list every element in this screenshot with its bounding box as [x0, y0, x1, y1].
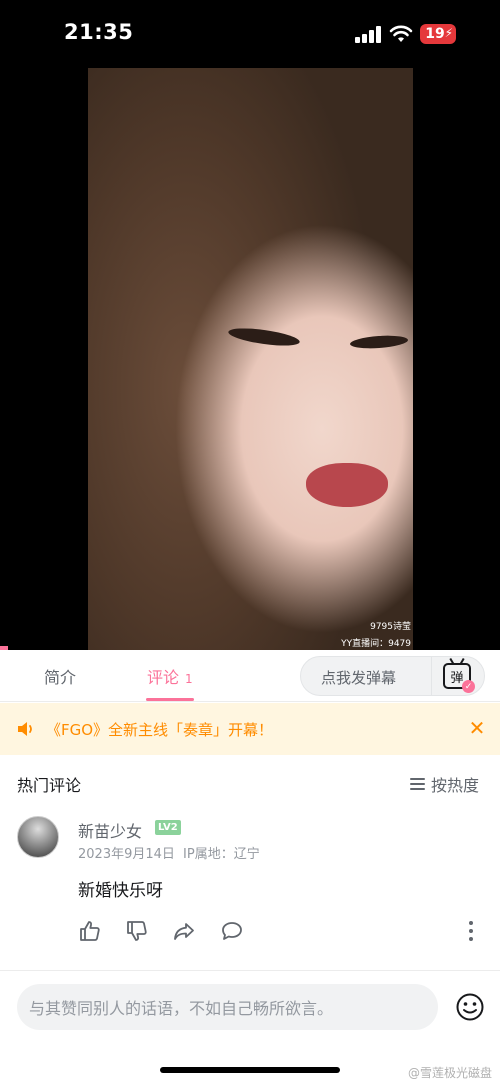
more-icon[interactable]: [468, 921, 474, 941]
speaker-icon: [18, 722, 32, 736]
video-player[interactable]: 9795诗莹 YY直播间：9479: [0, 68, 500, 650]
video-content: [349, 333, 409, 351]
tab-comments-label: 评论: [147, 668, 180, 687]
watermark: @雪莲极光磁盘: [407, 1066, 492, 1080]
divider: [431, 657, 432, 695]
share-icon[interactable]: [172, 919, 196, 943]
status-time: 21:35: [64, 20, 134, 44]
notice-bar[interactable]: 《FGO》全新主线「奏章」开幕！ ✕: [0, 703, 500, 755]
danmaku-toggle-label: 弹: [450, 670, 464, 686]
tab-intro[interactable]: 简介: [44, 664, 76, 688]
comments-header: 热门评论 按热度: [0, 755, 500, 809]
battery-level: 19: [425, 26, 445, 42]
home-indicator[interactable]: [160, 1067, 340, 1073]
video-frame: [88, 68, 413, 650]
comment-text: 新婚快乐呀: [78, 881, 163, 901]
username[interactable]: 新苗少女: [78, 818, 142, 842]
section-title: 热门评论: [17, 776, 82, 795]
level-badge: LV2: [155, 820, 181, 835]
reply-input[interactable]: 与其赞同别人的话语，不如自己畅所欲言。: [17, 984, 438, 1030]
danmaku-input[interactable]: 点我发弹幕: [321, 667, 396, 688]
comment-actions: [78, 919, 488, 943]
comment-meta: 2023年9月14日 IP属地：辽宁: [78, 843, 260, 862]
sort-button[interactable]: 按热度: [410, 772, 479, 796]
tabs-row: 简介 评论 1 点我发弹幕 弹 ✓: [0, 650, 500, 702]
wifi-icon: [389, 25, 413, 42]
dislike-icon[interactable]: [125, 919, 149, 943]
like-icon[interactable]: [78, 919, 102, 943]
comment-date: 2023年9月14日: [78, 847, 175, 862]
signal-icon: [355, 26, 381, 43]
menu-icon: [410, 778, 425, 790]
battery-badge: 19 ⚡: [420, 24, 456, 44]
comments-count: 1: [185, 672, 193, 686]
sort-label: 按热度: [431, 776, 480, 795]
check-icon: ✓: [462, 680, 475, 693]
video-content: [306, 463, 388, 507]
divider: [0, 970, 500, 971]
video-content: [227, 325, 301, 349]
comment-ip-location: IP属地：辽宁: [183, 847, 260, 862]
danmaku-box: 点我发弹幕 弹 ✓: [300, 656, 485, 696]
reply-icon[interactable]: [220, 919, 244, 943]
close-icon[interactable]: ✕: [466, 717, 488, 739]
danmaku-toggle-icon[interactable]: 弹 ✓: [443, 657, 475, 693]
comment-item: 新苗少女 LV2 2023年9月14日 IP属地：辽宁 新婚快乐呀: [0, 809, 500, 969]
active-tab-indicator: [146, 698, 194, 701]
emoji-icon[interactable]: [455, 992, 485, 1022]
charging-icon: ⚡: [444, 26, 453, 40]
video-overlay-name: 9795诗莹: [370, 622, 411, 632]
avatar[interactable]: [17, 816, 59, 858]
notice-text[interactable]: 《FGO》全新主线「奏章」开幕！: [46, 719, 273, 740]
tab-comments[interactable]: 评论 1: [147, 664, 193, 688]
video-overlay-room: YY直播间：9479: [341, 639, 411, 649]
status-bar: 21:35 19 ⚡: [0, 0, 500, 68]
